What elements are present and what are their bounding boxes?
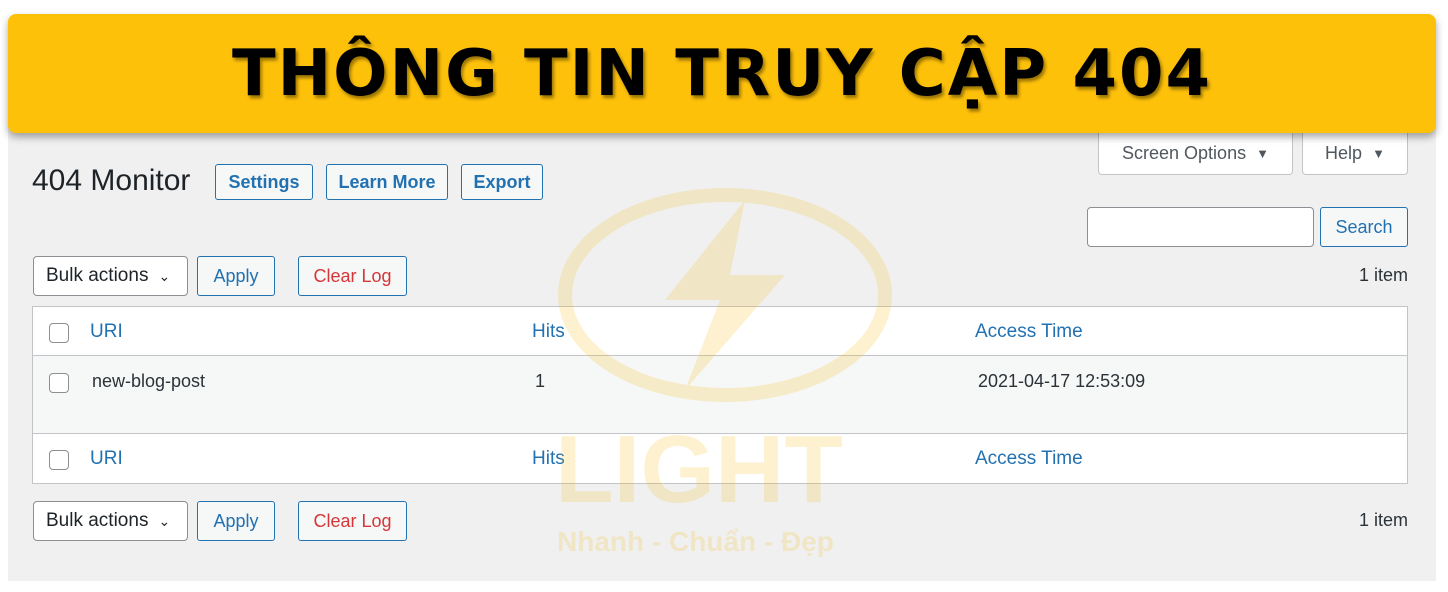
column-access-time-footer[interactable]: Access Time bbox=[975, 448, 1083, 470]
screen-options-label: Screen Options bbox=[1122, 143, 1247, 163]
caret-down-icon: ▼ bbox=[1256, 146, 1269, 161]
banner-title: THÔNG TIN TRUY CẬP 404 bbox=[231, 36, 1213, 111]
learn-more-button[interactable]: Learn More bbox=[326, 164, 448, 200]
clear-log-button-top[interactable]: Clear Log bbox=[298, 256, 407, 296]
caret-down-icon: ▼ bbox=[1372, 146, 1385, 161]
help-label: Help bbox=[1325, 143, 1363, 163]
export-button[interactable]: Export bbox=[461, 164, 543, 200]
item-count-top: 1 item bbox=[1358, 265, 1408, 285]
column-uri[interactable]: URI bbox=[90, 321, 123, 343]
screen-options-button[interactable]: Screen Options ▼ bbox=[1098, 133, 1293, 175]
bulk-actions-select-bottom[interactable]: Bulk actions ⌄ bbox=[33, 501, 188, 541]
row-hits: 1 bbox=[535, 371, 546, 391]
select-all-checkbox[interactable] bbox=[49, 323, 69, 343]
help-button[interactable]: Help ▼ bbox=[1302, 133, 1408, 175]
chevron-down-icon: ⌄ bbox=[158, 512, 171, 529]
clear-log-button-bottom[interactable]: Clear Log bbox=[298, 501, 407, 541]
item-count-bottom: 1 item bbox=[1358, 510, 1408, 530]
column-hits[interactable]: Hits bbox=[532, 321, 565, 343]
apply-button-bottom[interactable]: Apply bbox=[197, 501, 275, 541]
select-all-checkbox-bottom[interactable] bbox=[49, 450, 69, 470]
table-header: URI Hits Access Time bbox=[33, 307, 1407, 356]
column-uri-footer[interactable]: URI bbox=[90, 448, 123, 470]
bulk-actions-label: Bulk actions bbox=[46, 265, 149, 286]
page-title: 404 Monitor bbox=[32, 164, 191, 197]
search-button[interactable]: Search bbox=[1320, 207, 1408, 247]
bulk-actions-select-top[interactable]: Bulk actions ⌄ bbox=[33, 256, 188, 296]
settings-button[interactable]: Settings bbox=[215, 164, 313, 200]
row-uri: new-blog-post bbox=[92, 371, 206, 391]
apply-button-top[interactable]: Apply bbox=[197, 256, 275, 296]
chevron-down-icon: ⌄ bbox=[158, 267, 171, 284]
table-row: new-blog-post 1 2021-04-17 12:53:09 bbox=[33, 356, 1407, 434]
search-input[interactable] bbox=[1087, 207, 1314, 247]
row-checkbox[interactable] bbox=[49, 373, 69, 393]
table-footer: URI Hits Access Time bbox=[33, 434, 1407, 483]
column-hits-footer[interactable]: Hits bbox=[532, 448, 565, 470]
column-access-time[interactable]: Access Time bbox=[975, 321, 1083, 343]
monitor-table: URI Hits Access Time new-blog-post 1 202… bbox=[32, 306, 1408, 484]
title-banner: THÔNG TIN TRUY CẬP 404 bbox=[8, 14, 1436, 133]
bulk-actions-label: Bulk actions bbox=[46, 510, 149, 531]
row-access-time: 2021-04-17 12:53:09 bbox=[978, 371, 1146, 391]
